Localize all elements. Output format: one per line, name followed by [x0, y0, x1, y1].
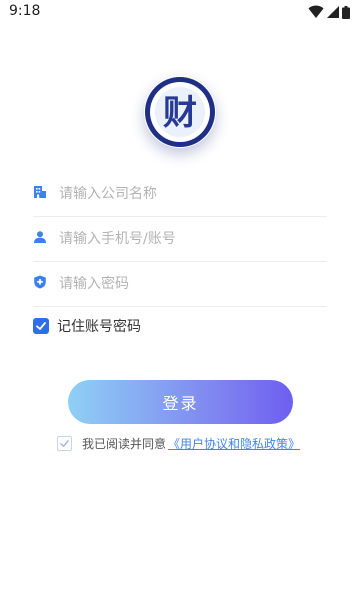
remember-label: 记住账号密码	[57, 319, 141, 335]
agreement-text: 我已阅读并同意	[82, 437, 167, 451]
phone-field	[33, 217, 327, 262]
battery-icon	[342, 5, 350, 19]
app-logo: 财	[144, 76, 216, 148]
status-time: 9:18	[9, 3, 41, 19]
company-input[interactable]	[57, 179, 321, 209]
phone-input[interactable]	[57, 224, 321, 254]
password-field	[33, 262, 327, 307]
logo-glyph: 财	[163, 93, 197, 133]
agreement-checkbox[interactable]	[57, 436, 72, 451]
checkbox-checked-icon[interactable]	[33, 318, 49, 334]
status-icons	[308, 5, 350, 19]
password-input[interactable]	[57, 269, 321, 299]
company-field	[33, 172, 327, 217]
wifi-icon	[308, 5, 324, 18]
user-icon	[34, 231, 46, 243]
shield-icon	[34, 275, 46, 289]
building-icon	[34, 186, 46, 198]
remember-checkbox[interactable]: 记住账号密码	[33, 316, 141, 336]
login-button[interactable]: 登录	[68, 380, 293, 424]
signal-icon	[327, 6, 339, 18]
agreement-link[interactable]: 《用户协议和隐私政策》	[168, 435, 300, 452]
status-bar: 9:18	[0, 0, 360, 24]
agreement-row: 我已阅读并同意 《用户协议和隐私政策》	[57, 435, 300, 452]
